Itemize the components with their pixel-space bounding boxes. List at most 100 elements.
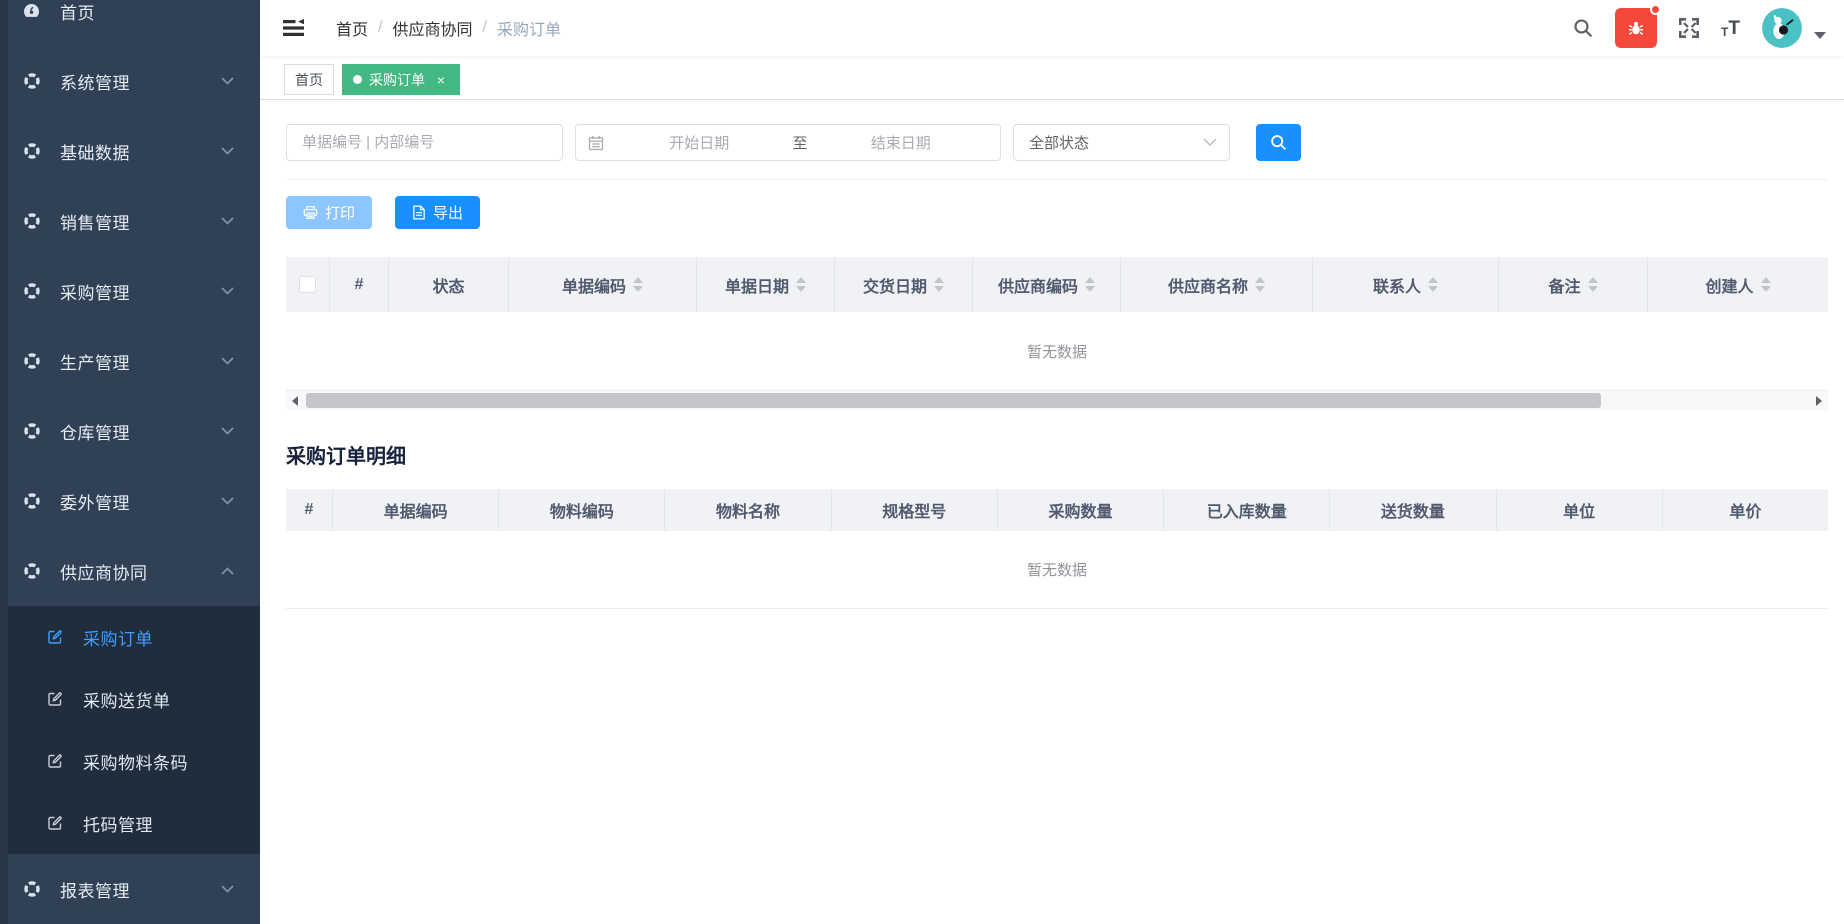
avatar[interactable] [1762,8,1802,48]
column-header-doc-date[interactable]: 单据日期 [697,257,835,312]
sidebar-item-pallet-code[interactable]: 托码管理 [0,792,260,854]
sidebar-scrollbar[interactable] [0,0,8,924]
sidebar-item-supplier-collab[interactable]: 供应商协同 [0,536,260,606]
select-all-checkbox[interactable] [299,276,316,293]
search-button[interactable] [1256,124,1301,161]
chevron-down-icon [1203,138,1217,147]
column-header-creator[interactable]: 创建人 [1648,257,1828,312]
component-icon [23,353,40,370]
chevron-down-icon [221,497,234,505]
column-header-remark[interactable]: 备注 [1499,257,1648,312]
sidebar-item-label: 采购送货单 [83,687,260,712]
sidebar-item-production[interactable]: 生产管理 [0,326,260,396]
tag-purchase-order[interactable]: 采购订单 × [342,64,460,95]
export-button-label: 导出 [433,202,463,223]
scroll-left-arrow[interactable] [286,391,304,410]
column-header-delivery-qty: 送货数量 [1330,489,1496,531]
column-header-doc-code[interactable]: 单据编码 [509,257,697,312]
calendar-icon [588,135,604,151]
column-header-contact[interactable]: 联系人 [1313,257,1499,312]
sidebar-item-home[interactable]: 首页 [0,0,260,46]
column-header-spec-model: 规格型号 [832,489,998,531]
sort-carets-icon[interactable] [934,277,944,292]
orders-table-header: # 状态 单据编码 单据日期 交货日期 供应商编码 供应商名称 联系人 备注 创… [286,257,1828,312]
sidebar-item-warehouse[interactable]: 仓库管理 [0,396,260,466]
printer-icon [303,205,318,220]
sidebar-item-label: 销售管理 [60,209,221,234]
search-icon[interactable] [1573,18,1593,38]
font-size-small-letter: T [1721,26,1728,38]
sidebar-item-label: 委外管理 [60,489,221,514]
sidebar-item-purchase-delivery[interactable]: 采购送货单 [0,668,260,730]
breadcrumb-home[interactable]: 首页 [336,16,368,40]
empty-text: 暂无数据 [1027,341,1087,362]
column-header-supplier-code[interactable]: 供应商编码 [973,257,1121,312]
sidebar-item-label: 采购管理 [60,279,221,304]
sidebar-item-label: 基础数据 [60,139,221,164]
column-header-supplier-name[interactable]: 供应商名称 [1121,257,1313,312]
sort-carets-icon[interactable] [633,277,643,292]
print-button-label: 打印 [325,202,355,223]
print-button[interactable]: 打印 [286,196,372,229]
start-date-input[interactable]: 开始日期 [612,132,787,153]
toolbar: 打印 导出 [286,196,1828,229]
scrollbar-thumb[interactable] [306,393,1601,408]
sidebar-item-purchase[interactable]: 采购管理 [0,256,260,326]
sidebar-item-purchase-barcode[interactable]: 采购物料条码 [0,730,260,792]
edit-icon [46,815,63,832]
sort-carets-icon[interactable] [1428,277,1438,292]
sort-carets-icon[interactable] [1761,277,1771,292]
navbar-actions: TT [1573,8,1826,48]
sidebar-item-reports[interactable]: 报表管理 [0,854,260,924]
orders-empty-state: 暂无数据 [286,312,1828,391]
sidebar-item-sales[interactable]: 销售管理 [0,186,260,256]
keyword-search-input[interactable] [286,124,563,161]
export-button[interactable]: 导出 [395,196,480,229]
sort-carets-icon[interactable] [796,277,806,292]
scrollbar-track[interactable] [304,391,1810,410]
tag-close-icon[interactable]: × [433,72,449,88]
column-header-unit-price: 单价 [1663,489,1828,531]
sidebar-item-basedata[interactable]: 基础数据 [0,116,260,186]
breadcrumb-supplier-collab[interactable]: 供应商协同 [392,16,472,40]
sort-carets-icon[interactable] [1588,277,1598,292]
column-header-delivery-date[interactable]: 交货日期 [835,257,973,312]
tag-label: 首页 [295,70,323,90]
sidebar-item-label: 供应商协同 [60,559,221,584]
scroll-right-arrow[interactable] [1810,391,1828,410]
component-icon [23,423,40,440]
dashboard-icon [23,3,40,20]
top-navbar: 首页 / 供应商协同 / 采购订单 [260,0,1844,56]
breadcrumb-current: 采购订单 [497,16,561,40]
date-range-picker[interactable]: 开始日期 至 结束日期 [575,124,1001,161]
notification-dot [1650,4,1661,15]
order-detail-table: # 单据编码 物料编码 物料名称 规格型号 采购数量 已入库数量 送货数量 单位… [286,489,1828,609]
chevron-down-icon [221,427,234,435]
fullscreen-icon[interactable] [1679,18,1699,38]
sort-carets-icon[interactable] [1255,277,1265,292]
sidebar-item-label: 生产管理 [60,349,221,374]
main-area: 首页 / 供应商协同 / 采购订单 [260,0,1844,924]
sidebar-item-system[interactable]: 系统管理 [0,46,260,116]
purchase-orders-table: # 状态 单据编码 单据日期 交货日期 供应商编码 供应商名称 联系人 备注 创… [286,257,1828,410]
end-date-input[interactable]: 结束日期 [814,132,989,153]
chevron-down-icon [221,287,234,295]
column-header-doc-code: 单据编码 [333,489,499,531]
component-icon [23,283,40,300]
sidebar-item-purchase-order[interactable]: 采购订单 [0,606,260,668]
status-select[interactable]: 全部状态 [1013,124,1230,161]
font-size-icon[interactable]: TT [1721,19,1740,38]
bug-report-button[interactable] [1615,8,1657,48]
sort-carets-icon[interactable] [1085,277,1095,292]
tag-home[interactable]: 首页 [284,64,334,95]
column-header-purchase-qty: 采购数量 [998,489,1164,531]
sidebar-item-label: 系统管理 [60,69,221,94]
caret-down-icon[interactable] [1814,32,1826,39]
user-menu[interactable] [1762,8,1826,48]
breadcrumb-separator: / [482,19,486,37]
sidebar-item-outsourcing[interactable]: 委外管理 [0,466,260,536]
sidebar-collapse-icon[interactable] [279,15,308,41]
chevron-down-icon [221,147,234,155]
sidebar-item-label: 采购物料条码 [83,749,260,774]
column-header-index: # [330,257,389,312]
